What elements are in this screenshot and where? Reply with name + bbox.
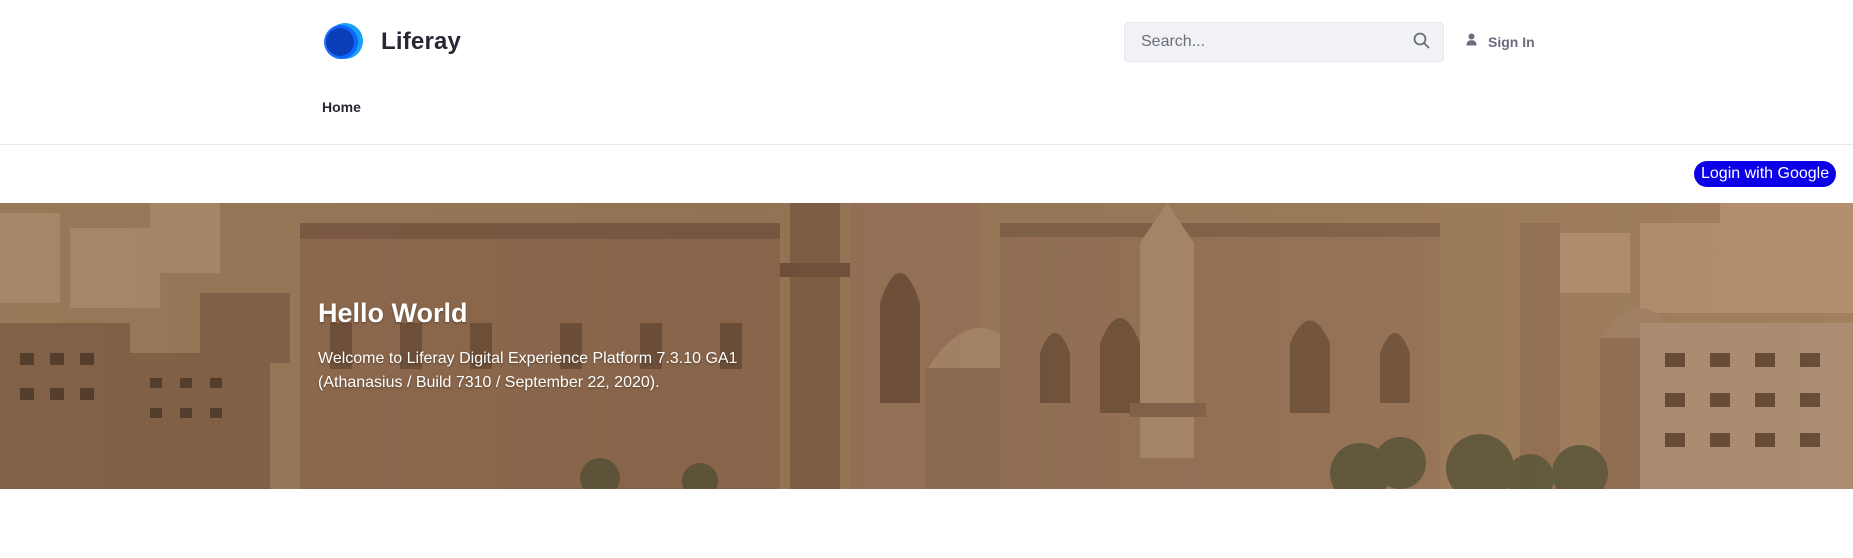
banner-description-line-1: Welcome to Liferay Digital Experience Pl… [318, 350, 738, 367]
search-icon [1413, 32, 1430, 52]
user-icon [1466, 33, 1477, 51]
liferay-logo-icon [322, 21, 364, 63]
sign-in-label: Sign In [1488, 34, 1535, 50]
main-nav: Home [322, 96, 361, 118]
search-box [1124, 22, 1444, 62]
banner-description: Welcome to Liferay Digital Experience Pl… [318, 347, 778, 395]
brand-link[interactable]: Liferay [322, 21, 461, 63]
hero-banner: Hello World Welcome to Liferay Digital E… [0, 203, 1853, 489]
site-header: Liferay Sign In Home [0, 0, 1853, 145]
search-button[interactable] [1399, 23, 1443, 61]
brand-name: Liferay [381, 28, 462, 55]
login-with-google-button[interactable]: Login with Google [1694, 161, 1837, 187]
search-input[interactable] [1125, 23, 1399, 61]
banner-description-line-2: (Athanasius / Build 7310 / September 22,… [318, 374, 660, 391]
nav-item-home[interactable]: Home [322, 99, 361, 115]
sign-in-link[interactable]: Sign In [1466, 30, 1535, 54]
banner-title: Hello World [318, 298, 468, 328]
